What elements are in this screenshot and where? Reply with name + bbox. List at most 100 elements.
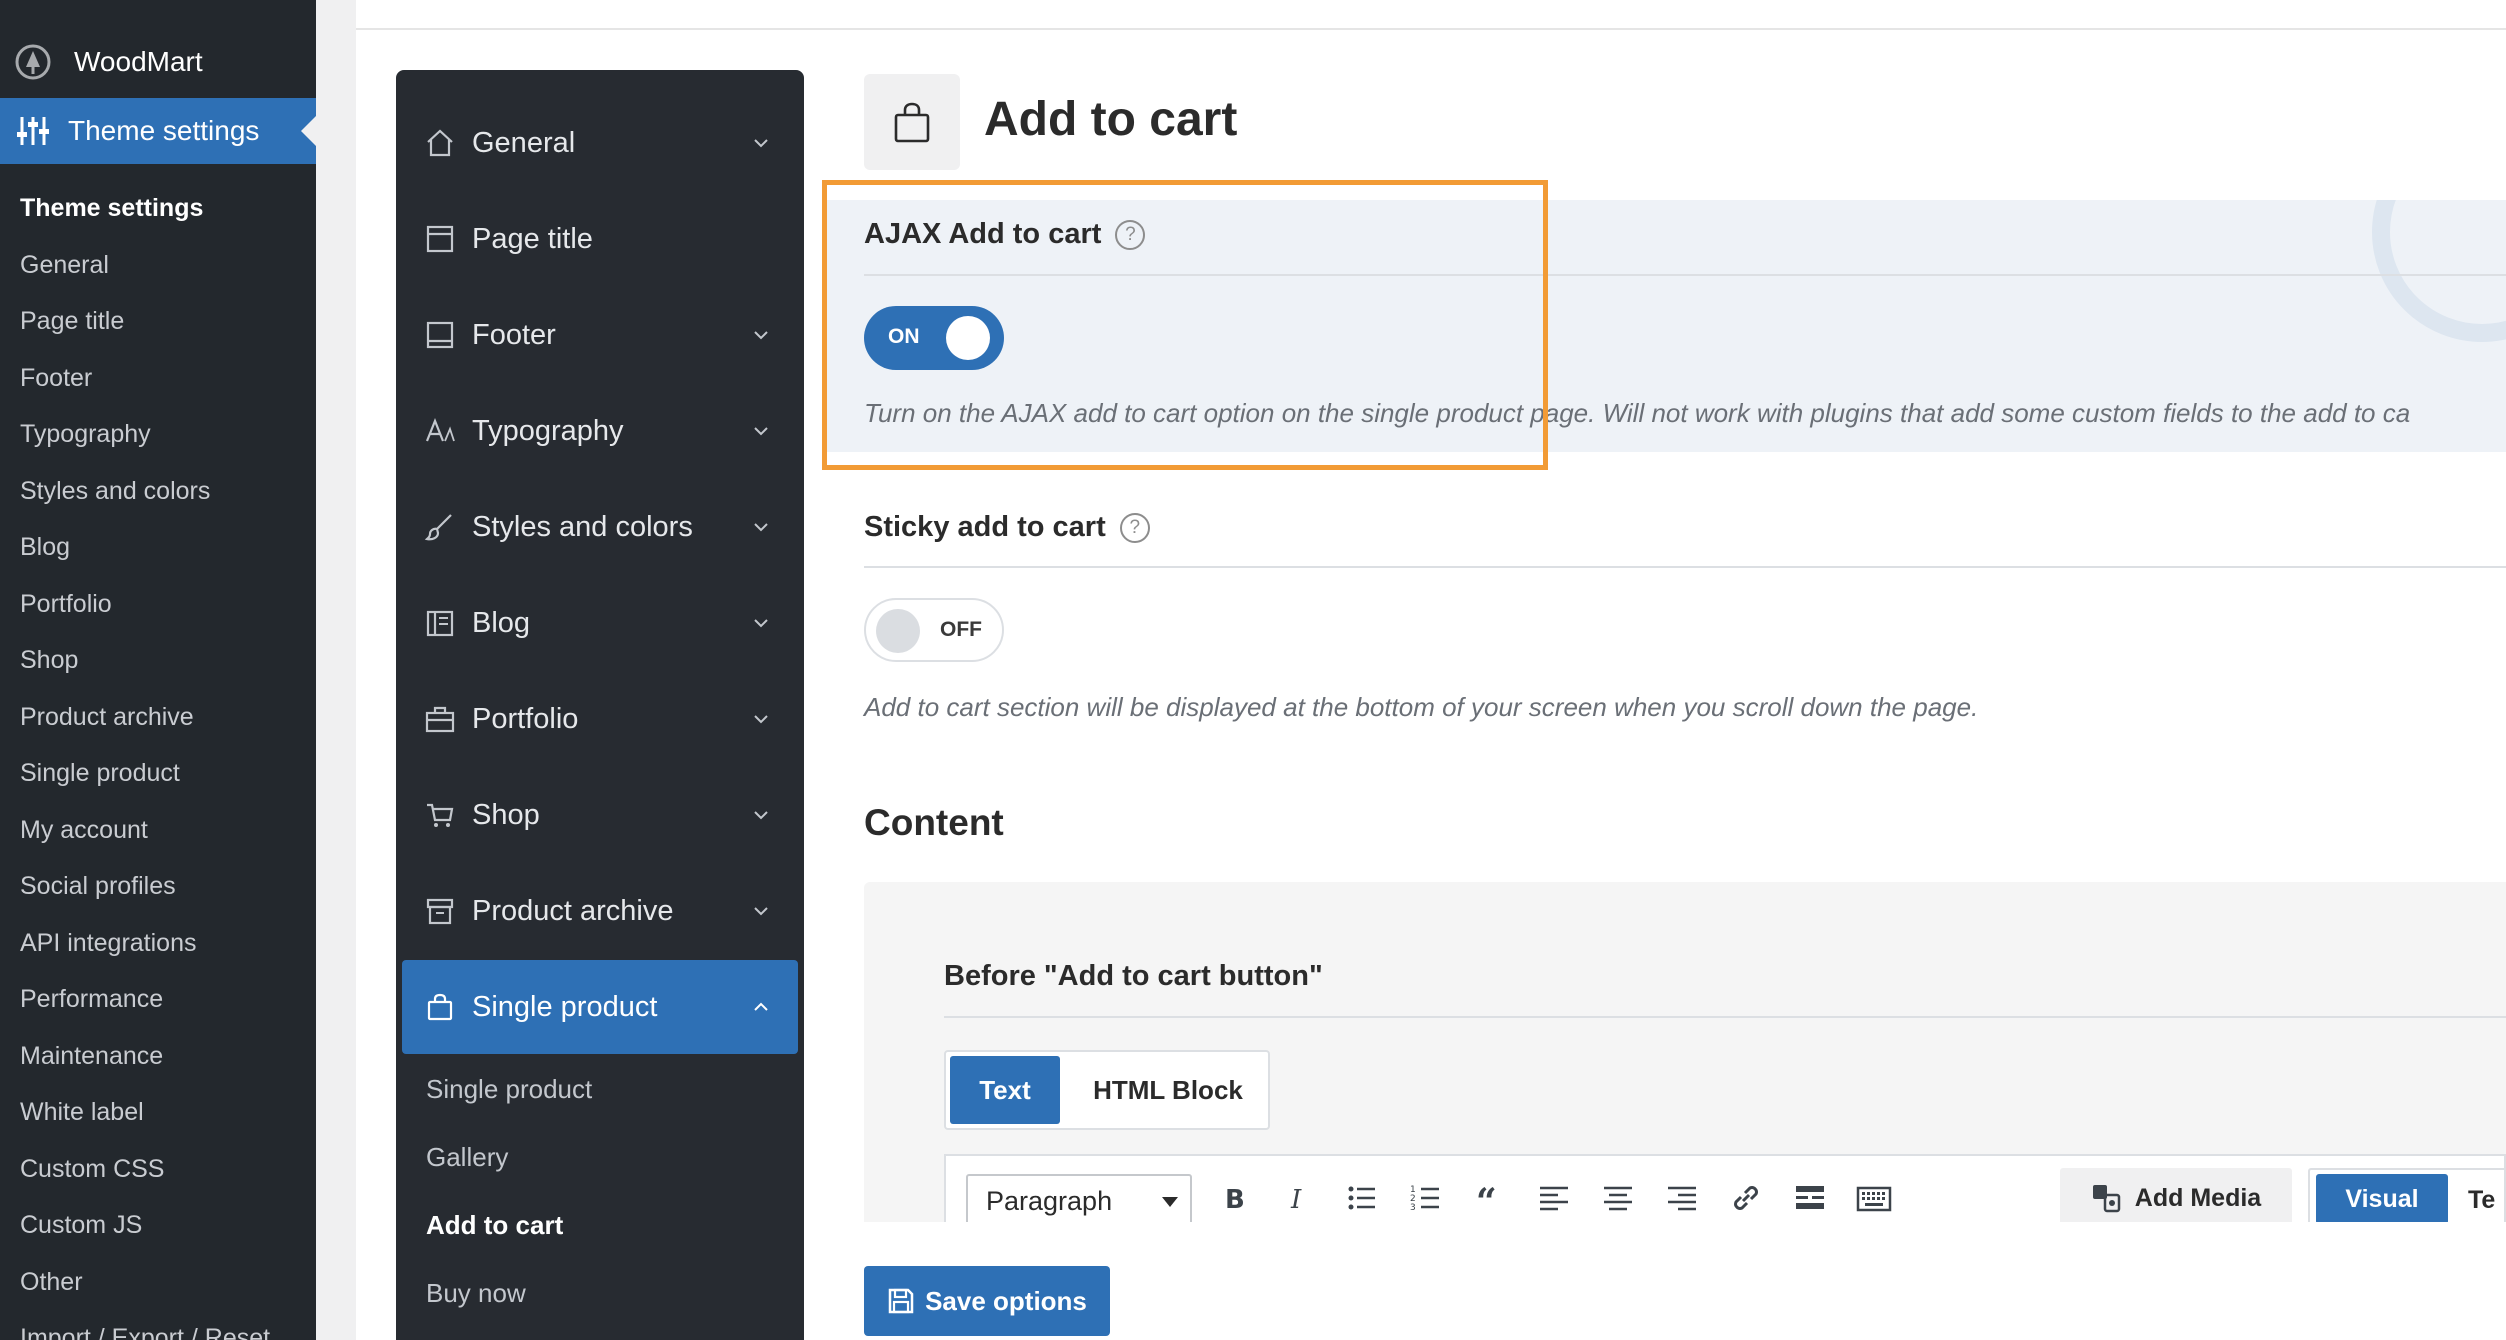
submenu-portfolio[interactable]: Portfolio — [0, 576, 316, 633]
woodmart-logo-icon — [15, 44, 51, 80]
save-options-button[interactable]: Save options — [864, 1266, 1110, 1336]
bold-icon[interactable]: B — [1216, 1180, 1252, 1216]
nav-item-styles-and-colors[interactable]: Styles and colors — [402, 480, 798, 574]
text-tab-button[interactable]: Text — [950, 1056, 1060, 1124]
nav-item-label: Styles and colors — [472, 510, 693, 543]
page-title-icon — [426, 225, 454, 253]
nav-item-page-title[interactable]: Page title — [402, 192, 798, 286]
submenu-styles-and-colors[interactable]: Styles and colors — [0, 463, 316, 520]
save-options-label: Save options — [925, 1285, 1087, 1316]
top-divider — [356, 28, 2506, 30]
chevron-down-icon — [754, 427, 768, 436]
sticky-add-to-cart-toggle[interactable]: OFF — [864, 598, 1004, 662]
chevron-down-icon — [754, 811, 768, 820]
theme-settings-nav: General Page title Footer Typography Sty… — [396, 70, 804, 1340]
chevron-down-icon — [754, 331, 768, 340]
visual-tab[interactable]: Visual — [2316, 1174, 2448, 1222]
nav-item-footer[interactable]: Footer — [402, 288, 798, 382]
submenu-other[interactable]: Other — [0, 1254, 316, 1311]
submenu-page-title[interactable]: Page title — [0, 293, 316, 350]
field-divider — [944, 1016, 2506, 1018]
nav-item-label: Shop — [472, 798, 540, 831]
svg-text:I: I — [1290, 1185, 1302, 1215]
submenu-custom-js[interactable]: Custom JS — [0, 1197, 316, 1254]
submenu-product-archive[interactable]: Product archive — [0, 689, 316, 746]
add-media-label: Add Media — [2134, 1183, 2262, 1212]
bag-icon — [427, 993, 453, 1021]
archive-icon — [426, 898, 454, 925]
submenu-theme-settings[interactable]: Theme settings — [0, 180, 316, 237]
svg-text:3: 3 — [1410, 1203, 1416, 1213]
before-add-to-cart-title: Before "Add to cart button" — [944, 960, 1323, 992]
nav-item-single-product[interactable]: Single product — [402, 960, 798, 1054]
theme-settings-label: Theme settings — [68, 115, 260, 146]
theme-settings-menu-item[interactable]: Theme settings — [0, 98, 316, 164]
nav-subitem-buy-now[interactable]: Buy now — [426, 1278, 526, 1309]
italic-icon[interactable]: I — [1280, 1180, 1316, 1216]
nav-subitem-single-product[interactable]: Single product — [426, 1074, 592, 1105]
chevron-down-icon — [754, 523, 768, 532]
toggle-state-label: OFF — [940, 618, 982, 641]
nav-item-portfolio[interactable]: Portfolio — [402, 672, 798, 766]
footer-icon — [426, 321, 454, 349]
format-select[interactable]: Paragraph — [966, 1174, 1192, 1222]
read-more-icon[interactable] — [1792, 1180, 1828, 1216]
submenu-typography[interactable]: Typography — [0, 406, 316, 463]
save-icon — [888, 1288, 914, 1314]
nav-item-label: General — [472, 126, 576, 159]
blockquote-icon[interactable]: “ — [1472, 1180, 1508, 1216]
wp-admin-sidebar: WoodMart Theme settings Theme settings G… — [0, 0, 316, 1340]
content-section-title: Content — [864, 802, 1004, 843]
nav-item-product-archive[interactable]: Product archive — [402, 864, 798, 958]
align-right-icon[interactable] — [1664, 1180, 1700, 1216]
bag-icon — [894, 102, 930, 143]
chevron-down-icon — [754, 715, 768, 724]
nav-item-typography[interactable]: Typography — [402, 384, 798, 478]
keyboard-icon[interactable] — [1856, 1180, 1892, 1216]
submenu-api-integrations[interactable]: API integrations — [0, 915, 316, 972]
numbered-list-icon[interactable]: 123 — [1408, 1180, 1444, 1216]
nav-subitem-add-to-cart[interactable]: Add to cart — [426, 1210, 563, 1241]
submenu-performance[interactable]: Performance — [0, 971, 316, 1028]
nav-item-label: Footer — [472, 318, 556, 351]
align-left-icon[interactable] — [1536, 1180, 1572, 1216]
sticky-option-description: Add to cart section will be displayed at… — [864, 692, 1979, 722]
sliders-icon — [17, 117, 49, 145]
submenu-blog[interactable]: Blog — [0, 519, 316, 576]
submenu-my-account[interactable]: My account — [0, 802, 316, 859]
link-icon[interactable] — [1728, 1180, 1764, 1216]
svg-text:“: “ — [1476, 1181, 1497, 1216]
submenu-social-profiles[interactable]: Social profiles — [0, 858, 316, 915]
submenu-footer[interactable]: Footer — [0, 350, 316, 407]
option-title-text: Sticky add to cart — [864, 511, 1106, 543]
nav-item-blog[interactable]: Blog — [402, 576, 798, 670]
submenu-shop[interactable]: Shop — [0, 632, 316, 689]
submenu-general[interactable]: General — [0, 237, 316, 294]
editor-toolbar: Paragraph B I 123 “ Add Media Visual Te — [944, 1154, 2506, 1222]
add-media-button[interactable]: Add Media — [2060, 1168, 2292, 1222]
nav-item-label: Blog — [472, 606, 531, 639]
header-area — [2372, 110, 2506, 200]
bullet-list-icon[interactable] — [1344, 1180, 1380, 1216]
html-block-tab-button[interactable]: HTML Block — [1078, 1056, 1258, 1124]
submenu-single-product[interactable]: Single product — [0, 745, 316, 802]
woodmart-menu-item[interactable]: WoodMart — [14, 42, 203, 82]
submenu-white-label[interactable]: White label — [0, 1084, 316, 1141]
home-icon — [427, 129, 453, 157]
content-field-box: Before "Add to cart button" Text HTML Bl… — [864, 882, 2506, 1222]
text-editor-tab[interactable]: Te — [2468, 1186, 2506, 1215]
nav-subitem-gallery[interactable]: Gallery — [426, 1142, 508, 1173]
media-icon — [2092, 1185, 2121, 1213]
submenu-maintenance[interactable]: Maintenance — [0, 1028, 316, 1085]
page-icon-box — [864, 74, 960, 170]
nav-item-shop[interactable]: Shop — [402, 768, 798, 862]
page-title: Add to cart — [984, 93, 1238, 146]
submenu-custom-css[interactable]: Custom CSS — [0, 1141, 316, 1198]
help-icon[interactable]: ? — [1119, 512, 1150, 543]
align-center-icon[interactable] — [1600, 1180, 1636, 1216]
option-divider — [864, 566, 2506, 568]
nav-item-general[interactable]: General — [402, 96, 798, 190]
theme-settings-submenu: Theme settings General Page title Footer… — [0, 180, 316, 1340]
submenu-import-export-reset[interactable]: Import / Export / Reset — [0, 1310, 316, 1340]
toggle-knob — [876, 609, 920, 653]
